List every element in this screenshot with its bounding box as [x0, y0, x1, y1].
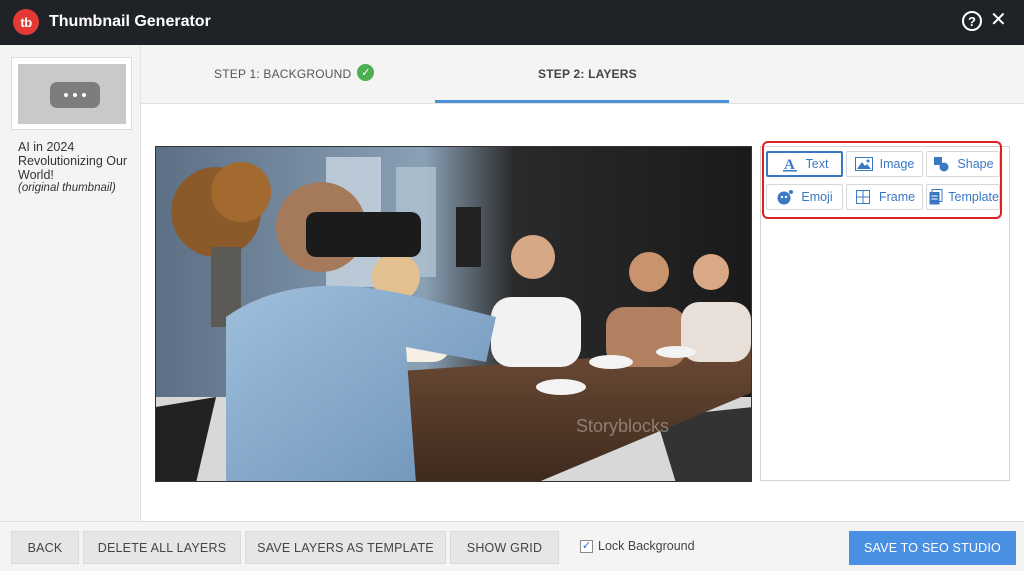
background-photo: Storyblocks — [156, 147, 751, 481]
add-shape-button[interactable]: Shape — [926, 151, 1000, 177]
video-title: AI in 2024 Revolutionizing Our World! — [18, 140, 128, 182]
more-icon — [50, 82, 100, 108]
add-template-button[interactable]: Template — [926, 184, 1000, 210]
add-image-button[interactable]: Image — [846, 151, 923, 177]
title-bar: tb Thumbnail Generator ? ✕ — [0, 0, 1024, 45]
lock-background-label: Lock Background — [598, 539, 695, 553]
add-text-button[interactable]: A Text — [766, 151, 843, 177]
emoji-tool-label: Emoji — [801, 190, 833, 204]
show-grid-button[interactable]: SHOW GRID — [450, 531, 559, 564]
frame-icon — [854, 189, 872, 205]
save-layers-as-template-button[interactable]: SAVE LAYERS AS TEMPLATE — [245, 531, 446, 564]
save-to-seo-studio-button[interactable]: SAVE TO SEO STUDIO — [849, 531, 1016, 565]
template-icon — [927, 189, 944, 205]
watermark-text: Storyblocks — [576, 416, 669, 436]
image-tool-label: Image — [879, 157, 915, 171]
tab-step-background[interactable]: STEP 1: BACKGROUND ✓ — [214, 63, 375, 81]
svg-text:A: A — [784, 157, 795, 172]
lock-background-checkbox[interactable]: ✓ — [580, 539, 593, 553]
emoji-icon — [776, 189, 794, 205]
lock-background-control[interactable]: ✓ Lock Background — [580, 539, 695, 553]
image-icon — [854, 156, 873, 172]
check-circle-icon: ✓ — [357, 63, 375, 81]
window-title: Thumbnail Generator — [49, 13, 211, 30]
add-frame-button[interactable]: Frame — [846, 184, 923, 210]
close-icon[interactable]: ✕ — [990, 9, 1007, 31]
thumbnail-canvas[interactable]: Storyblocks — [155, 146, 752, 482]
step-tabs: STEP 1: BACKGROUND ✓ STEP 2: LAYERS — [141, 45, 1024, 104]
help-icon[interactable]: ? — [962, 11, 982, 31]
original-thumbnail-panel: AI in 2024 Revolutionizing Our World! (o… — [0, 45, 141, 521]
back-button[interactable]: BACK — [11, 531, 79, 564]
tubebuddy-logo-icon: tb — [13, 9, 39, 35]
shape-tool-label: Shape — [957, 157, 994, 171]
frame-tool-label: Frame — [878, 190, 916, 204]
text-icon: A — [781, 156, 799, 172]
tab-step-layers[interactable]: STEP 2: LAYERS — [538, 67, 637, 81]
text-tool-label: Text — [805, 157, 829, 171]
original-thumbnail — [11, 57, 132, 130]
delete-all-layers-button[interactable]: DELETE ALL LAYERS — [83, 531, 241, 564]
step-1-label: STEP 1: BACKGROUND — [214, 67, 352, 81]
active-tab-indicator — [435, 100, 729, 103]
thumbnail-caption: (original thumbnail) — [18, 182, 116, 194]
add-emoji-button[interactable]: Emoji — [766, 184, 843, 210]
template-tool-label: Template — [948, 190, 999, 204]
footer-toolbar: BACK DELETE ALL LAYERS SAVE LAYERS AS TE… — [0, 521, 1024, 571]
shape-icon — [932, 156, 950, 172]
thumbnail-placeholder — [18, 64, 126, 124]
